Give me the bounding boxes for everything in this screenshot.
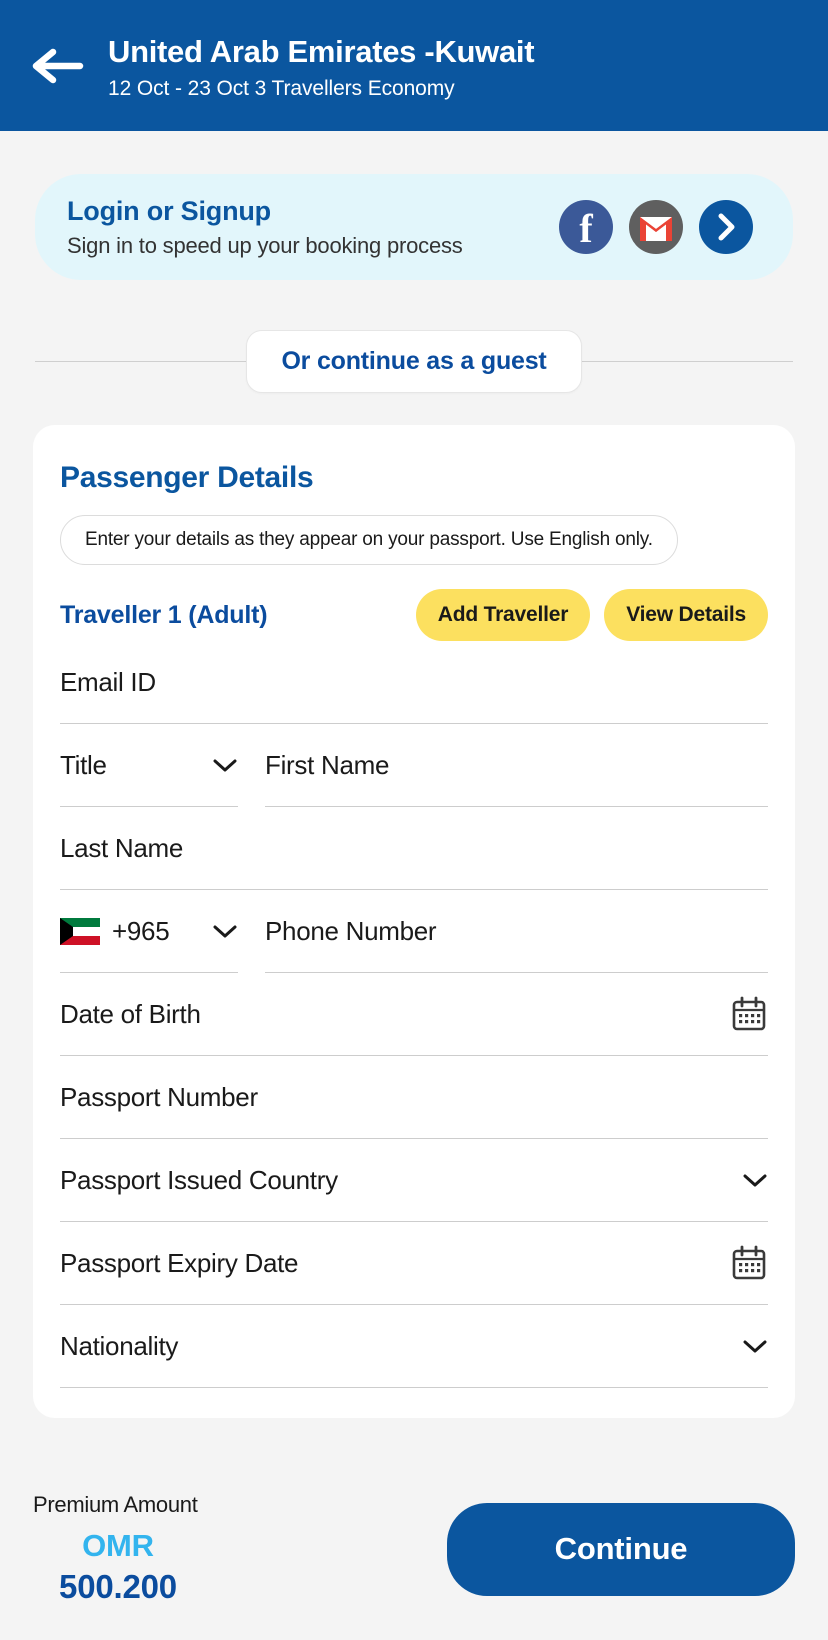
passport-issued-country-select[interactable]: Passport Issued Country: [60, 1139, 768, 1222]
traveller-label: Traveller 1 (Adult): [60, 600, 268, 629]
facebook-glyph: f: [579, 206, 593, 251]
back-arrow-icon[interactable]: [30, 43, 86, 89]
first-name-label: First Name: [265, 749, 390, 780]
nationality-label: Nationality: [60, 1330, 179, 1361]
phone-number-field[interactable]: Phone Number: [265, 890, 768, 973]
continue-button[interactable]: Continue: [447, 1502, 795, 1596]
passenger-details-card: Passenger Details Enter your details as …: [33, 425, 795, 1418]
view-details-button[interactable]: View Details: [604, 589, 768, 641]
header-text-group: United Arab Emirates -Kuwait 12 Oct - 23…: [108, 30, 535, 101]
trip-summary: 12 Oct - 23 Oct 3 Travellers Economy: [108, 76, 455, 100]
scroll-content: Login or Signup Sign in to speed up your…: [0, 131, 828, 1470]
passport-expiry-date-label: Passport Expiry Date: [60, 1247, 299, 1278]
calendar-icon[interactable]: [730, 1244, 768, 1282]
chevron-down-icon[interactable]: [742, 1172, 768, 1188]
passport-number-label: Passport Number: [60, 1081, 258, 1112]
date-of-birth-field[interactable]: Date of Birth: [60, 973, 768, 1056]
passenger-details-title: Passenger Details: [60, 461, 314, 494]
price-amount: 500.200: [59, 1568, 177, 1605]
calendar-icon[interactable]: [730, 995, 768, 1033]
date-of-birth-label: Date of Birth: [60, 998, 201, 1029]
phone-row: +965 Phone Number: [60, 890, 768, 973]
first-name-field[interactable]: First Name: [265, 724, 768, 807]
title-firstname-row: Title First Name: [60, 724, 768, 807]
login-signup-banner[interactable]: Login or Signup Sign in to speed up your…: [35, 174, 793, 280]
add-traveller-button[interactable]: Add Traveller: [415, 589, 591, 641]
last-name-field[interactable]: Last Name: [60, 807, 768, 890]
price-caption: Premium Amount: [33, 1492, 198, 1517]
passport-issued-country-label: Passport Issued Country: [60, 1164, 338, 1195]
guest-divider: Or continue as a guest: [0, 324, 828, 398]
chevron-down-icon[interactable]: [212, 757, 238, 773]
gmail-icon[interactable]: [629, 200, 683, 254]
passport-expiry-date-field[interactable]: Passport Expiry Date: [60, 1222, 768, 1305]
app-header: United Arab Emirates -Kuwait 12 Oct - 23…: [0, 0, 828, 131]
price-summary: Premium Amount OMR 500.200: [33, 1492, 203, 1606]
login-banner-text: Login or Signup Sign in to speed up your…: [67, 196, 463, 259]
title-select[interactable]: Title: [60, 724, 238, 807]
continue-as-guest-button[interactable]: Or continue as a guest: [246, 329, 582, 393]
kuwait-flag-icon: [60, 917, 100, 945]
phone-number-label: Phone Number: [265, 915, 437, 946]
passport-number-field[interactable]: Passport Number: [60, 1056, 768, 1139]
country-code-select[interactable]: +965: [60, 890, 238, 973]
chevron-down-icon[interactable]: [742, 1338, 768, 1354]
login-banner-title: Login or Signup: [67, 195, 271, 226]
social-login-icons: f: [559, 200, 753, 254]
country-code-label: +965: [112, 915, 170, 946]
traveller-actions: Add Traveller View Details: [415, 589, 768, 641]
login-banner-subtitle: Sign in to speed up your booking process: [67, 232, 463, 258]
arrow-right-icon[interactable]: [699, 200, 753, 254]
chevron-down-icon[interactable]: [212, 923, 238, 939]
booking-passenger-details-screen: United Arab Emirates -Kuwait 12 Oct - 23…: [0, 0, 828, 1640]
last-name-label: Last Name: [60, 832, 184, 863]
nationality-select[interactable]: Nationality: [60, 1305, 768, 1388]
title-select-label: Title: [60, 749, 107, 780]
email-field[interactable]: Email ID: [60, 641, 768, 724]
passport-hint: Enter your details as they appear on you…: [60, 515, 678, 565]
facebook-icon[interactable]: f: [559, 200, 613, 254]
page-title: United Arab Emirates -Kuwait: [108, 34, 535, 70]
price-currency: OMR: [82, 1528, 154, 1563]
traveller-header-row: Traveller 1 (Adult) Add Traveller View D…: [60, 589, 768, 641]
country-code-group: +965: [60, 915, 170, 947]
bottom-action-bar: Premium Amount OMR 500.200 Continue: [0, 1470, 828, 1640]
email-field-label: Email ID: [60, 666, 156, 697]
